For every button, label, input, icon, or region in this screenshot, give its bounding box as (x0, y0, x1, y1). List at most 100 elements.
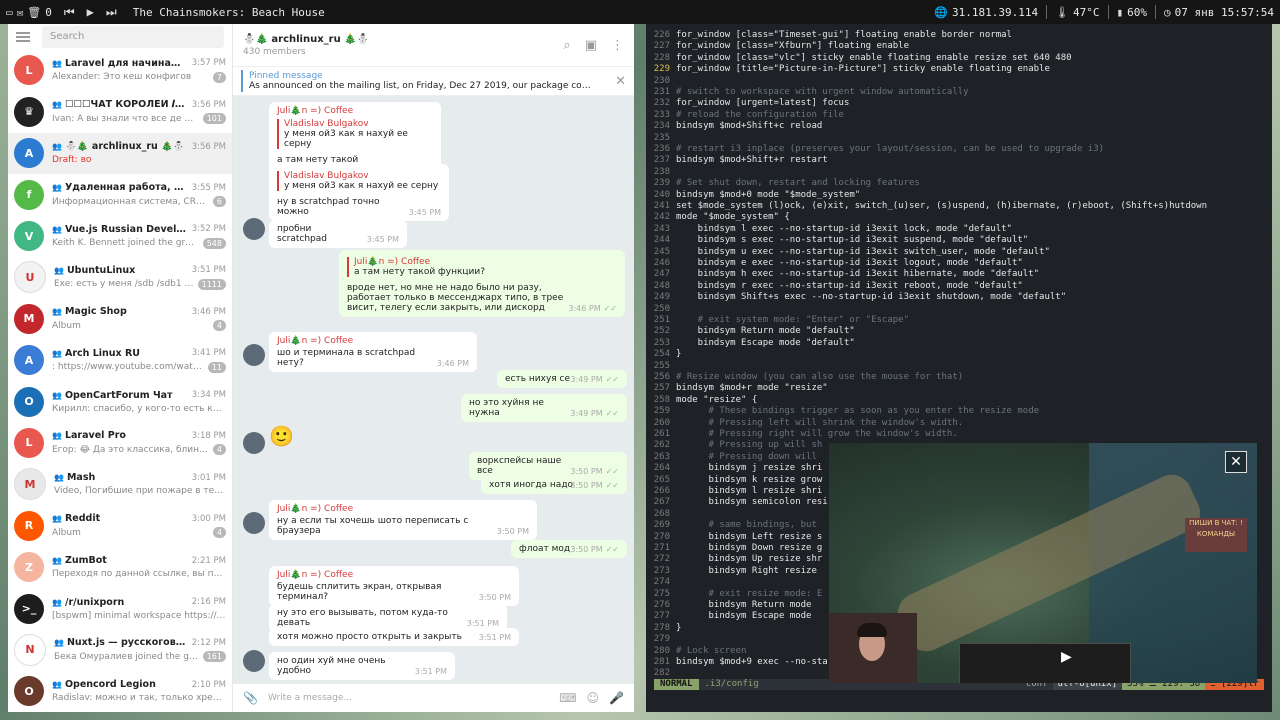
more-options-icon[interactable]: ⋮ (611, 38, 624, 53)
chat-list-item[interactable]: A 👥 ⛄🎄 archlinux_ru 🎄⛄ 3:56 PM Draft: во (8, 132, 232, 174)
code-line[interactable]: 251 # exit system mode: "Enter" or "Esca… (646, 315, 1246, 326)
message-author[interactable]: Juli🎄n =) Coffee (277, 570, 511, 580)
code-line[interactable]: 258 mode "resize" { (646, 395, 1246, 406)
terminal-icon[interactable]: ▭ (6, 6, 13, 19)
code-line[interactable]: 259 # These bindings trigger as soon as … (646, 406, 1246, 417)
conversation-title[interactable]: ⛄🎄 archlinux_ru 🎄⛄ (243, 34, 369, 45)
chat-list-item[interactable]: L 👥 Laravel для начинающих 3:57 PM Alexa… (8, 50, 232, 91)
code-line[interactable]: 237 bindsym $mod+Shift+r restart (646, 155, 1246, 166)
message-bubble[interactable]: Juli🎄n =) Coffee а там нету такой функции… (339, 250, 625, 317)
search-input[interactable]: Search (42, 25, 224, 48)
chat-list-item[interactable]: L 👥 Laravel Pro 3:18 PM Егор: 😂 Да это к… (8, 422, 232, 463)
message-bubble[interactable]: Juli🎄n =) Coffee шо и терминала в scratch… (269, 332, 477, 372)
code-line[interactable]: 246 bindsym e exec --no-startup-id i3exi… (646, 258, 1246, 269)
sender-avatar[interactable] (243, 344, 265, 366)
line-number: 241 (653, 201, 670, 211)
code-line[interactable]: 252 bindsym Return mode "default" (646, 326, 1246, 337)
code-line[interactable]: 240 bindsym $mod+0 mode "$mode_system" (646, 190, 1246, 201)
sender-avatar[interactable] (243, 650, 265, 672)
message-bubble[interactable]: пробни scratchpad 3:45 PM (269, 220, 407, 248)
message-author[interactable]: Juli🎄n =) Coffee (277, 106, 433, 116)
sender-avatar[interactable] (243, 512, 265, 534)
code-line[interactable]: 247 bindsym h exec --no-startup-id i3exi… (646, 269, 1246, 280)
code-line[interactable]: 256 # Resize window (you can also use the… (646, 372, 1246, 383)
previous-track-icon[interactable]: ⏮ (64, 5, 75, 20)
picture-in-picture-video[interactable]: ПИШИ В ЧАТ: !КОМАНДЫ ▶ ✕ (829, 443, 1257, 683)
chat-list-item[interactable]: O 👥 Opencord Legion 2:10 PM Radislav: мо… (8, 671, 232, 712)
play-icon[interactable]: ▶ (87, 5, 94, 19)
code-line[interactable]: 255 (646, 361, 1246, 372)
code-line[interactable]: 254} (646, 349, 1246, 360)
code-line[interactable]: 234 bindsym $mod+Shift+c reload (646, 121, 1246, 132)
reply-quote[interactable]: Juli🎄n =) Coffee а там нету такой функции… (347, 257, 617, 277)
message-bubble[interactable]: Juli🎄n =) Coffee будешь сплитить экран, о… (269, 566, 519, 606)
chat-list-item[interactable]: f 👥 Удаленная работа, фрила... 3:55 PM И… (8, 174, 232, 215)
message-bubble[interactable]: но один хуй мне очень удобно 3:51 PM (269, 652, 455, 680)
chat-list-item[interactable]: R 👥 Reddit 3:00 PM Album 4 (8, 505, 232, 546)
code-line[interactable]: 245 bindsym u exec --no-startup-id i3exi… (646, 247, 1246, 258)
chat-list-item[interactable]: U 👥 UbuntuLinux 3:51 PM Exe: есть у меня… (8, 257, 232, 298)
code-line[interactable]: 227 for_window [class="Xfburn"] floating … (646, 41, 1246, 52)
trash-icon[interactable]: 🗑 (27, 6, 41, 19)
mail-icon[interactable]: ✉ (17, 6, 24, 19)
message-bubble[interactable]: Vladislav Bulgakov у меня ой3 как я нахуй… (269, 164, 449, 221)
code-line[interactable]: 228 for_window [class="vlc"] sticky enabl… (646, 53, 1246, 64)
message-bubble[interactable]: флоат мод 3:50 PM ✓✓ (511, 540, 627, 558)
chat-list-item[interactable]: M 👥 Magic Shop 3:46 PM Album 4 (8, 298, 232, 339)
chat-list-item[interactable]: V 👥 Vue.js Russian Developers ... 3:52 P… (8, 215, 232, 256)
reply-quote[interactable]: Vladislav Bulgakov у меня ой3 как я нахуй… (277, 119, 433, 149)
chat-list-item[interactable]: Z 👥 ZumBot 2:21 PM Переходя по данной сс… (8, 546, 232, 587)
message-bubble[interactable]: 🙂 (269, 424, 309, 448)
chat-list-item[interactable]: ♛ 👥 ☐☐☐ЧАТ КОРОЛЕЙ 𝑰𝑻 ✘ |... 3:56 PM Iva… (8, 91, 232, 132)
hamburger-menu-icon[interactable] (16, 31, 30, 42)
code-line[interactable]: 257 bindsym $mod+r mode "resize" (646, 383, 1246, 394)
play-icon[interactable]: ▶ (1061, 649, 1072, 665)
code-line[interactable]: 230 (646, 76, 1246, 87)
sidebar-toggle-icon[interactable]: ▣ (585, 38, 597, 53)
sender-avatar[interactable] (243, 432, 265, 454)
code-line[interactable]: 238 (646, 167, 1246, 178)
next-track-icon[interactable]: ⏭ (106, 5, 117, 20)
code-line[interactable]: 249 bindsym Shift+s exec --no-startup-id… (646, 292, 1246, 303)
chat-list-item[interactable]: >_ 👥 /r/unixporn 2:16 PM [bspwm] minimal… (8, 588, 232, 629)
chat-list-item[interactable]: A 👥 Arch Linux RU 3:41 PM : https://www.… (8, 339, 232, 380)
message-bubble[interactable]: хотя можно просто открыть и закрыть 3:51 … (269, 628, 519, 646)
emoji-icon[interactable]: ☺ (587, 691, 600, 705)
message-author[interactable]: Juli🎄n =) Coffee (277, 336, 469, 346)
microphone-icon[interactable]: 🎤 (609, 691, 624, 705)
message-bubble[interactable]: есть нихуя се 3:49 PM ✓✓ (497, 370, 627, 388)
chat-list-item[interactable]: O 👥 OpenCartForum Чат 3:34 PM Кирилл: сп… (8, 381, 232, 422)
code-line[interactable]: 229 for_window [title="Picture-in-Picture… (646, 64, 1246, 75)
chat-list-item[interactable]: M 👥 Mash 3:01 PM Video, Погибшие при пож… (8, 464, 232, 505)
message-input[interactable]: Write a message... (268, 693, 549, 703)
code-line[interactable]: 239 # Set shut down, restart and locking … (646, 178, 1246, 189)
commands-icon[interactable]: ⌨ (559, 691, 576, 705)
sender-avatar[interactable] (243, 218, 265, 240)
pinned-message-bar[interactable]: Pinned message As announced on the maili… (233, 67, 634, 96)
close-video-button[interactable]: ✕ (1225, 451, 1247, 473)
code-line[interactable]: 260 # Pressing left will shrink the wind… (646, 418, 1246, 429)
message-author[interactable]: Juli🎄n =) Coffee (277, 504, 529, 514)
code-line[interactable]: 231 # switch to workspace with urgent win… (646, 87, 1246, 98)
code-line[interactable]: 236 # restart i3 inplace (preserves your … (646, 144, 1246, 155)
code-line[interactable]: 235 (646, 133, 1246, 144)
chat-list-item[interactable]: N 👥 Nuxt.js — русскоговорящ... 2:12 PM Б… (8, 629, 232, 670)
code-line[interactable]: 242 mode "$mode_system" { (646, 212, 1246, 223)
code-line[interactable]: 232 for_window [urgent=latest] focus (646, 98, 1246, 109)
close-icon[interactable]: ✕ (615, 74, 626, 89)
attach-icon[interactable]: 📎 (243, 691, 258, 705)
code-line[interactable]: 233 # reload the configuration file (646, 110, 1246, 121)
code-line[interactable]: 244 bindsym s exec --no-startup-id i3exi… (646, 235, 1246, 246)
reply-quote[interactable]: Vladislav Bulgakov у меня ой3 как я нахуй… (277, 171, 441, 191)
message-bubble[interactable]: хотя иногда надо 3:50 PM ✓✓ (481, 476, 627, 494)
code-line[interactable]: 253 bindsym Escape mode "default" (646, 338, 1246, 349)
message-bubble[interactable]: Juli🎄n =) Coffee ну а если ты хочешь шото… (269, 500, 537, 540)
code-line[interactable]: 261 # Pressing right will grow the windo… (646, 429, 1246, 440)
search-icon[interactable]: ⌕ (563, 38, 570, 53)
code-line[interactable]: 226 for_window [class="Timeset-gui"] floa… (646, 30, 1246, 41)
code-line[interactable]: 250 (646, 304, 1246, 315)
code-line[interactable]: 243 bindsym l exec --no-startup-id i3exi… (646, 224, 1246, 235)
message-bubble[interactable]: но это хуйня не нужна 3:49 PM ✓✓ (461, 394, 627, 422)
code-line[interactable]: 241 set $mode_system (l)ock, (e)xit, swit… (646, 201, 1246, 212)
code-line[interactable]: 248 bindsym r exec --no-startup-id i3exi… (646, 281, 1246, 292)
